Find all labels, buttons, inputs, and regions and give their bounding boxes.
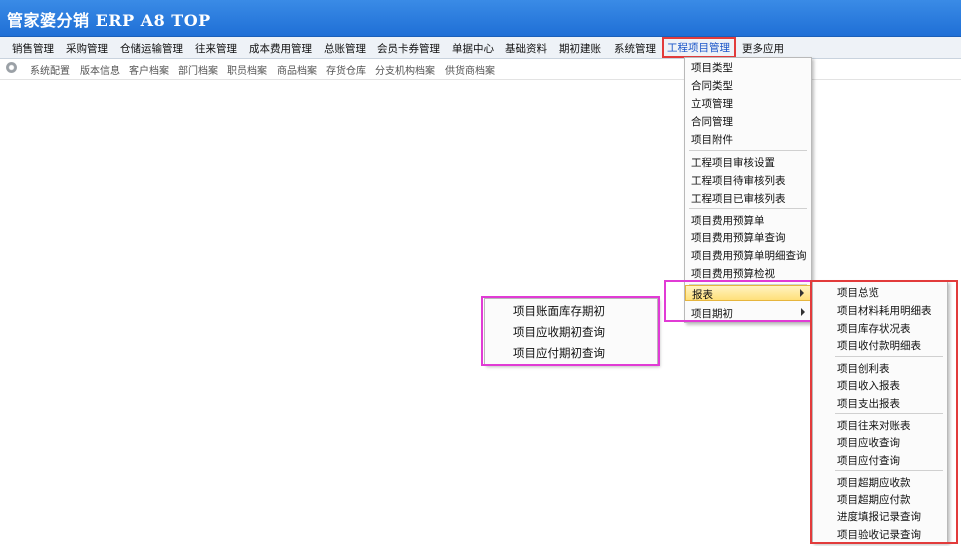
menu-item-budget-review[interactable]: 项目费用预算检视 [691, 266, 817, 281]
menu-ledger[interactable]: 总账管理 [324, 41, 366, 56]
menu-item-project-attachment[interactable]: 项目附件 [691, 132, 817, 147]
highlight-opening-submenu [481, 296, 660, 366]
link-customer-file[interactable]: 客户档案 [129, 62, 169, 77]
highlight-project-menu [662, 37, 736, 58]
link-branch-file[interactable]: 分支机构档案 [375, 62, 435, 77]
menu-member-card[interactable]: 会员卡券管理 [377, 41, 440, 56]
menu-separator [689, 208, 807, 209]
menu-accounts[interactable]: 往来管理 [195, 41, 237, 56]
menu-item-project-setup[interactable]: 立项管理 [691, 96, 817, 111]
gear-icon[interactable] [6, 62, 17, 73]
main-menu-bar: 销售管理 采购管理 仓储运输管理 往来管理 成本费用管理 总账管理 会员卡券管理… [0, 37, 961, 59]
menu-separator [689, 150, 807, 151]
link-staff-file[interactable]: 职员档案 [227, 62, 267, 77]
menu-purchase[interactable]: 采购管理 [66, 41, 108, 56]
menu-cost[interactable]: 成本费用管理 [249, 41, 312, 56]
link-department-file[interactable]: 部门档案 [178, 62, 218, 77]
link-version-info[interactable]: 版本信息 [80, 62, 120, 77]
link-product-file[interactable]: 商品档案 [277, 62, 317, 77]
menu-sales[interactable]: 销售管理 [12, 41, 54, 56]
menu-warehouse[interactable]: 仓储运输管理 [120, 41, 183, 56]
menu-system[interactable]: 系统管理 [614, 41, 656, 56]
menu-item-audited-list[interactable]: 工程项目已审核列表 [691, 191, 817, 206]
menu-item-budget-sheet[interactable]: 项目费用预算单 [691, 213, 817, 228]
menu-item-contract-type[interactable]: 合同类型 [691, 78, 817, 93]
menu-basic-data[interactable]: 基础资料 [505, 41, 547, 56]
menu-item-project-type[interactable]: 项目类型 [691, 60, 817, 75]
menu-more-apps[interactable]: 更多应用 [742, 41, 784, 56]
menu-item-budget-query[interactable]: 项目费用预算单查询 [691, 230, 817, 245]
link-supplier-file[interactable]: 供货商档案 [445, 62, 495, 77]
link-system-config[interactable]: 系统配置 [30, 62, 70, 77]
app-title: 管家婆分销 ERP A8 TOP [7, 11, 211, 30]
menu-document-center[interactable]: 单据中心 [452, 41, 494, 56]
menu-item-contract-management[interactable]: 合同管理 [691, 114, 817, 129]
highlight-report-opening [664, 280, 812, 322]
highlight-report-submenu [810, 280, 958, 544]
menu-opening[interactable]: 期初建账 [559, 41, 601, 56]
title-bar: 管家婆分销 ERP A8 TOP [0, 0, 961, 37]
link-stock-warehouse[interactable]: 存货仓库 [326, 62, 366, 77]
menu-item-budget-detail-query[interactable]: 项目费用预算单明细查询 [691, 248, 817, 263]
menu-item-audit-settings[interactable]: 工程项目审核设置 [691, 155, 817, 170]
menu-item-pending-audit-list[interactable]: 工程项目待审核列表 [691, 173, 817, 188]
